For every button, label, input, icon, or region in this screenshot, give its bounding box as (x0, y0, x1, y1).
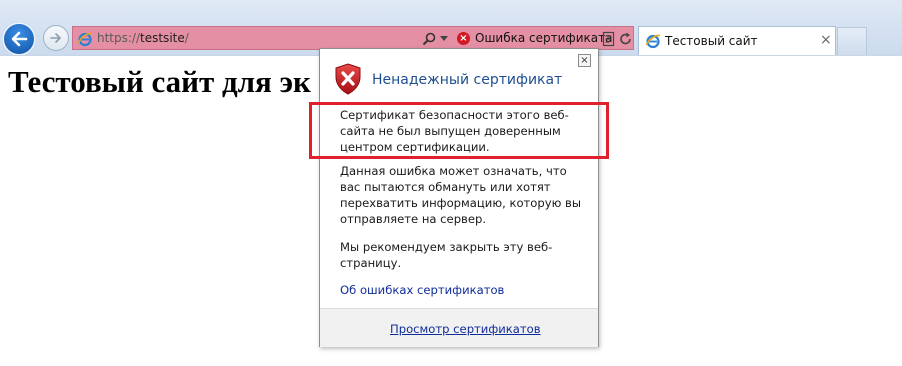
forward-arrow-icon (50, 33, 61, 43)
flyout-footer: Просмотр сертификатов (320, 308, 598, 347)
back-button[interactable] (2, 22, 36, 56)
close-icon[interactable]: × (578, 54, 591, 67)
back-arrow-icon (11, 31, 28, 47)
ie-logo-icon (77, 32, 93, 47)
tab-testsite[interactable]: Тестовый сайт × (638, 26, 836, 56)
url-host: testsite (140, 31, 185, 45)
error-icon[interactable]: × (457, 32, 470, 45)
compatibility-view-icon[interactable] (602, 31, 616, 47)
certificate-error-flyout: × Ненадежный сертификат Сертификат безоп… (319, 48, 599, 347)
forward-button[interactable] (43, 25, 69, 51)
about-certificate-errors-link[interactable]: Об ошибках сертификатов (340, 282, 504, 298)
url-scheme: https:// (97, 31, 141, 45)
url-path: / (184, 31, 189, 45)
view-certificates-link[interactable]: Просмотр сертификатов (390, 321, 541, 337)
shield-error-icon (335, 63, 361, 95)
flyout-title: Ненадежный сертификат (372, 72, 563, 88)
tab-close-icon[interactable]: × (820, 32, 832, 48)
address-bar[interactable]: https://testsite/ × Ошибка сертификата (72, 26, 634, 50)
ie-logo-icon (645, 34, 661, 49)
flyout-paragraph-recommendation: Мы рекомендуем закрыть эту веб-страницу. (340, 240, 553, 270)
search-icon[interactable] (421, 31, 437, 47)
page-title: Тестовый сайт для эк (8, 64, 311, 99)
new-tab-button[interactable] (837, 27, 867, 55)
certificate-error-button[interactable]: Ошибка сертификата (475, 31, 612, 46)
chevron-down-icon[interactable] (440, 36, 448, 41)
refresh-icon[interactable] (619, 31, 633, 47)
url-text[interactable]: https://testsite/ (97, 31, 189, 45)
highlight-annotation-box (309, 102, 609, 159)
tab-title: Тестовый сайт (665, 34, 758, 48)
flyout-paragraph-warning: Данная ошибка может означать, что вас пы… (340, 164, 582, 226)
